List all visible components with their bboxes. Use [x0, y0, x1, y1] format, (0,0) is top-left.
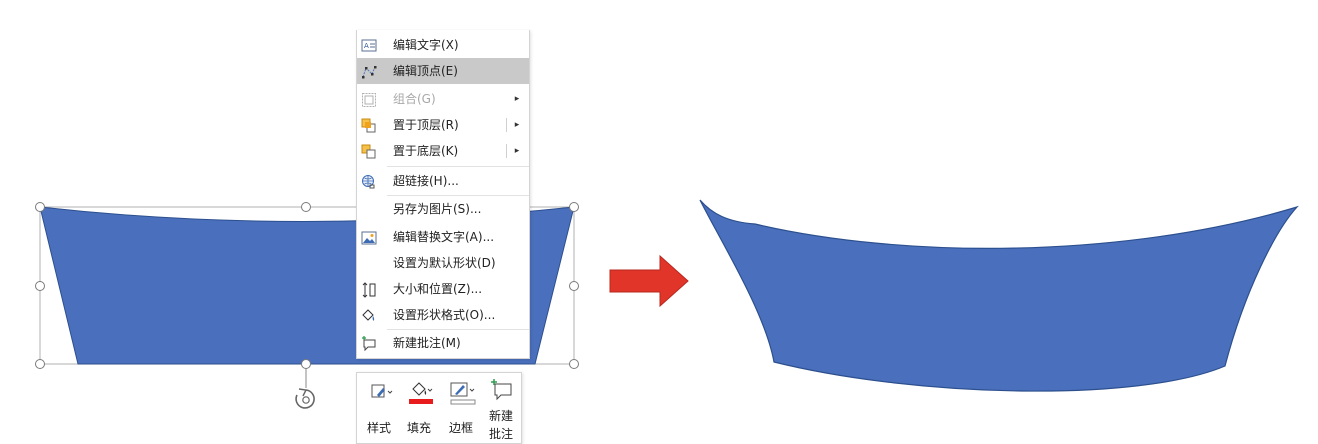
menu-item-label: 编辑替换文字(A)...: [393, 230, 495, 244]
menu-item-bring-to-front[interactable]: 置于顶层(R) ▸: [357, 112, 529, 138]
menu-item-label: 组合(G): [393, 92, 436, 106]
menu-item-label: 大小和位置(Z)...: [393, 282, 483, 296]
resize-handle-bottom-left[interactable]: [35, 359, 45, 369]
send-to-back-icon: [361, 143, 377, 159]
fill-button[interactable]: 填充: [401, 373, 437, 443]
menu-item-size-position[interactable]: 大小和位置(Z)...: [357, 276, 529, 302]
fill-bucket-icon: [409, 382, 433, 404]
canvas: [35, 199, 1299, 409]
menu-item-label: 新建批注(M): [393, 336, 461, 350]
menu-item-label: 编辑文字(X): [393, 38, 459, 52]
menu-item-label: 编辑顶点(E): [393, 64, 458, 78]
new-comment-button[interactable]: 新建 批注: [483, 373, 519, 443]
menu-item-label: 设置为默认形状(D): [393, 256, 496, 270]
style-label: 样式: [366, 421, 391, 435]
resize-handle-left[interactable]: [35, 281, 45, 291]
menu-item-send-to-back[interactable]: 置于底层(K) ▸: [357, 138, 529, 164]
menu-item-new-comment[interactable]: 新建批注(M): [357, 330, 529, 356]
edit-points-icon: [361, 63, 377, 79]
menu-item-label: 设置形状格式(O)...: [393, 308, 496, 322]
svg-text:A: A: [364, 42, 369, 50]
menu-item-edit-text[interactable]: A 编辑文字(X): [357, 32, 529, 58]
bring-to-front-icon: [361, 117, 377, 133]
menu-item-edit-alt-text[interactable]: 编辑替换文字(A)...: [357, 224, 529, 250]
style-button[interactable]: 样式: [361, 373, 397, 443]
rotate-handle-icon[interactable]: [295, 388, 315, 409]
new-comment-label-line1: 新建: [488, 409, 513, 423]
edit-text-icon: A: [361, 37, 377, 53]
resize-handle-top-left[interactable]: [35, 202, 45, 212]
resize-handle-top[interactable]: [301, 202, 311, 212]
new-comment-icon: [491, 379, 512, 401]
split-divider: [506, 118, 507, 132]
menu-item-set-default-shape[interactable]: 设置为默认形状(D): [357, 250, 529, 276]
menu-item-label: 超链接(H)...: [393, 174, 459, 188]
menu-item-group[interactable]: 组合(G) ▸: [357, 86, 529, 112]
resize-handle-top-right[interactable]: [569, 202, 579, 212]
format-shape-icon: [361, 307, 377, 323]
mini-toolbar: 样式 填充 边框 新建 批注: [356, 372, 522, 444]
new-comment-label-line2: 批注: [488, 427, 513, 441]
menu-item-label: 另存为图片(S)...: [393, 202, 482, 216]
menu-item-edit-points[interactable]: 编辑顶点(E): [357, 58, 529, 84]
submenu-arrow-icon: ▸: [514, 94, 520, 104]
right-arrow-icon: [609, 254, 689, 308]
menu-item-save-as-picture[interactable]: 另存为图片(S)...: [357, 196, 529, 222]
split-divider: [506, 144, 507, 158]
edited-shape: [699, 199, 1299, 392]
submenu-arrow-icon[interactable]: ▸: [511, 112, 523, 138]
menu-item-format-shape[interactable]: 设置形状格式(O)...: [357, 302, 529, 328]
size-position-icon: [361, 281, 377, 298]
alt-text-icon: [361, 229, 377, 245]
context-menu: A 编辑文字(X) 编辑顶点(E) 组合(G) ▸ 置于顶层(R) ▸ 置于底层…: [356, 30, 530, 359]
menu-item-label: 置于底层(K): [393, 144, 459, 158]
border-label: 边框: [448, 421, 473, 435]
resize-handle-right[interactable]: [569, 281, 579, 291]
shape-style-icon: [371, 384, 393, 398]
fill-label: 填充: [406, 421, 431, 435]
menu-item-label: 置于顶层(R): [393, 118, 459, 132]
new-comment-icon: [361, 335, 377, 352]
border-button[interactable]: 边框: [441, 373, 481, 443]
group-icon: [361, 91, 377, 107]
menu-item-hyperlink[interactable]: 超链接(H)...: [357, 168, 529, 194]
outline-pen-icon: [450, 382, 476, 405]
fill-color-swatch: [409, 399, 433, 404]
menu-divider: [387, 166, 529, 167]
resize-handle-bottom-right[interactable]: [569, 359, 579, 369]
resize-handle-bottom[interactable]: [301, 359, 311, 369]
submenu-arrow-icon[interactable]: ▸: [511, 138, 523, 164]
hyperlink-icon: [361, 173, 377, 189]
